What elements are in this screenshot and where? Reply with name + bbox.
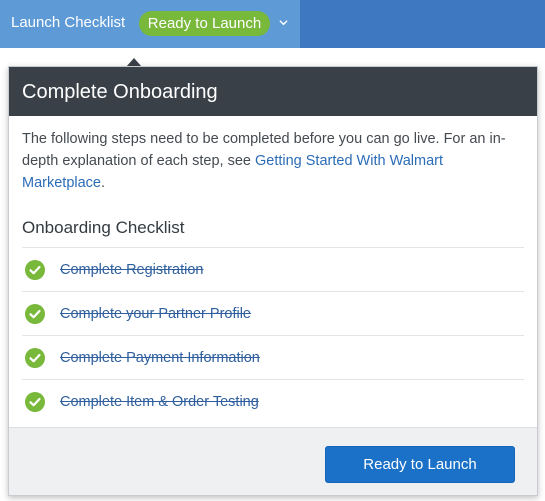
panel-footer: Ready to Launch [9,427,537,495]
check-circle-icon [25,348,45,368]
checklist-item[interactable]: Complete your Partner Profile [22,291,524,335]
checklist-item-label: Complete your Partner Profile [60,306,251,322]
onboarding-checklist: Complete Registration Complete your Part… [22,247,524,423]
checklist-item[interactable]: Complete Item & Order Testing [22,379,524,423]
intro-text: The following steps need to be completed… [22,128,522,194]
launch-checklist-title: Launch Checklist [11,14,126,31]
intro-text-end: . [100,175,106,191]
panel-title: Complete Onboarding [22,81,218,103]
checklist-item[interactable]: Complete Registration [22,247,524,291]
checklist-heading: Onboarding Checklist [22,218,185,237]
ready-to-launch-button[interactable]: Ready to Launch [325,446,515,483]
checklist-item-label: Complete Item & Order Testing [60,394,259,410]
chevron-down-icon[interactable] [279,18,288,27]
checklist-item-label: Complete Registration [60,262,204,278]
check-circle-icon [25,260,45,280]
check-circle-icon [25,304,45,324]
top-bar: Launch Checklist Ready to Launch [0,0,545,48]
panel-header: Complete Onboarding [9,67,537,116]
status-badge: Ready to Launch [139,11,270,36]
check-circle-icon [25,392,45,412]
checklist-item[interactable]: Complete Payment Information [22,335,524,379]
onboarding-panel: Complete Onboarding The following steps … [8,66,538,496]
checklist-item-label: Complete Payment Information [60,350,260,366]
launch-checklist-toggle[interactable]: Launch Checklist Ready to Launch [0,0,300,48]
